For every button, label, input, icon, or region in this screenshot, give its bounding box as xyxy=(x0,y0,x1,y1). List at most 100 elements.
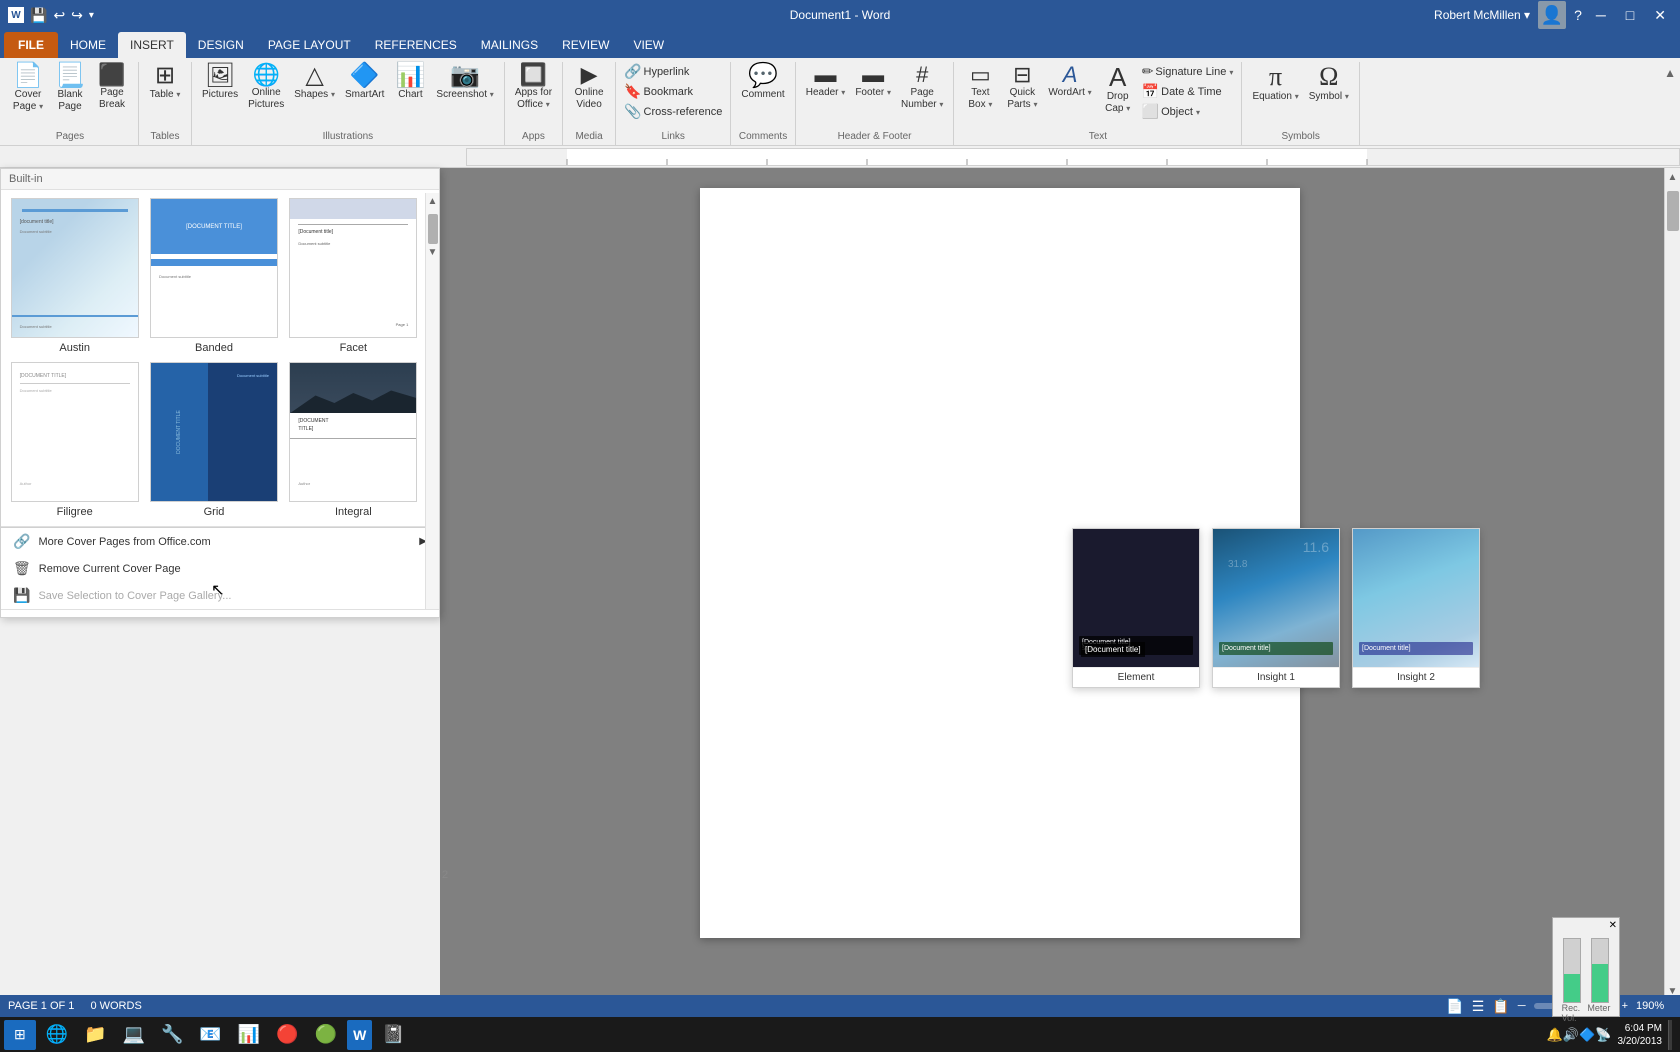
volume-close-button[interactable]: ✕ xyxy=(1609,920,1617,931)
symbol-button[interactable]: Ω Symbol ▾ xyxy=(1305,62,1353,105)
tab-review[interactable]: REVIEW xyxy=(550,32,621,58)
close-button[interactable]: ✕ xyxy=(1648,7,1672,24)
dropdown-scrollbar[interactable]: ▲ ▼ xyxy=(425,193,439,617)
scroll-up-arrow[interactable]: ▲ xyxy=(425,193,440,210)
tab-file[interactable]: FILE xyxy=(4,32,58,58)
signature-line-button[interactable]: ✏ Signature Line ▾ xyxy=(1140,62,1236,81)
table-button[interactable]: ⊞ Table ▾ xyxy=(145,62,185,103)
tab-page-layout[interactable]: PAGE LAYOUT xyxy=(256,32,363,58)
remove-cover-page-action[interactable]: 🗑 Remove Current Cover Page xyxy=(1,555,439,582)
banded-thumbnail: [DOCUMENT TITLE] Document subtitle xyxy=(150,198,278,338)
tab-insert[interactable]: INSERT xyxy=(118,32,186,58)
austin-thumbnail: [document title] Document subtitle Docum… xyxy=(11,198,139,338)
pages-group-label: Pages xyxy=(8,131,132,145)
ribbon-group-tables: ⊞ Table ▾ Tables xyxy=(141,62,192,145)
wordart-button[interactable]: A WordArt ▾ xyxy=(1044,62,1095,101)
cross-reference-button[interactable]: 📎 Cross-reference xyxy=(622,102,724,121)
cover-page-button[interactable]: 📄 CoverPage ▾ xyxy=(8,62,48,115)
object-button[interactable]: ⬜ Object ▾ xyxy=(1140,102,1236,121)
scroll-thumb-doc[interactable] xyxy=(1667,191,1679,231)
firefox-taskbar-button[interactable]: 🔴 xyxy=(270,1020,304,1050)
template-grid[interactable]: DOCUMENT TITLE Document subtitle Grid xyxy=(148,362,279,518)
scroll-down-arrow[interactable]: ▼ xyxy=(425,244,440,261)
smartart-button[interactable]: 🔷 SmartArt xyxy=(341,62,388,103)
card-element[interactable]: [Document title] Subtitle Element xyxy=(1072,528,1200,688)
page-number-button[interactable]: # PageNumber ▾ xyxy=(897,62,947,113)
banded-label: Banded xyxy=(195,342,233,354)
volume-bar-area xyxy=(1553,933,1619,1003)
wordart-icon: A xyxy=(1063,64,1078,86)
zoom-in-button[interactable]: + xyxy=(1622,1000,1628,1012)
card-insight2[interactable]: [Document title] Insight 2 xyxy=(1352,528,1480,688)
chrome-taskbar-button[interactable]: 🟢 xyxy=(309,1020,343,1050)
scroll-up[interactable]: ▲ xyxy=(1664,168,1680,187)
page-break-button[interactable]: ⬛ PageBreak xyxy=(92,62,132,113)
qat-more[interactable]: ▾ xyxy=(89,10,94,21)
header-footer-group-content: ▬ Header ▾ ▬ Footer ▾ # PageNumber ▾ xyxy=(802,62,948,131)
computer-taskbar-button[interactable]: 💻 xyxy=(117,1020,151,1050)
template-banded[interactable]: [DOCUMENT TITLE] Document subtitle Bande… xyxy=(148,198,279,354)
settings-taskbar-button[interactable]: 🔧 xyxy=(155,1020,189,1050)
word-taskbar-button[interactable]: W xyxy=(347,1020,372,1050)
comment-button[interactable]: 💬 Comment xyxy=(737,62,788,103)
chart-button[interactable]: 📊 Chart xyxy=(390,62,430,103)
view-print-layout[interactable]: 📄 xyxy=(1446,998,1463,1015)
start-button[interactable]: ⊞ xyxy=(4,1020,36,1050)
tab-home[interactable]: HOME xyxy=(58,32,118,58)
tab-mailings[interactable]: MAILINGS xyxy=(469,32,550,58)
qat-save[interactable]: 💾 xyxy=(30,7,47,24)
bookmark-button[interactable]: 🔖 Bookmark xyxy=(622,82,724,101)
element-card-label: Element xyxy=(1073,667,1199,687)
footer-button[interactable]: ▬ Footer ▾ xyxy=(851,62,895,101)
object-icon: ⬜ xyxy=(1142,103,1159,120)
page-number-icon: # xyxy=(916,64,928,86)
symbols-group-content: π Equation ▾ Ω Symbol ▾ xyxy=(1248,62,1352,131)
bookmark-icon: 🔖 xyxy=(624,83,641,100)
template-facet[interactable]: [Document title] Document subtitle Page … xyxy=(288,198,419,354)
qat-redo[interactable]: ↪ xyxy=(71,7,83,24)
ribbon-collapse[interactable]: ▲ xyxy=(1664,62,1676,145)
zoom-out-button[interactable]: ─ xyxy=(1518,1000,1526,1012)
online-video-button[interactable]: ▶ OnlineVideo xyxy=(569,62,609,113)
quick-parts-button[interactable]: ⊟ QuickParts ▾ xyxy=(1002,62,1042,113)
ie-taskbar-button[interactable]: 🌐 xyxy=(40,1020,74,1050)
card-insight1[interactable]: 11.6 31.8 [Document title] Insight 1 xyxy=(1212,528,1340,688)
tray-clock: 6:04 PM 3/20/2013 xyxy=(1618,1022,1663,1048)
date-time-button[interactable]: 📅 Date & Time xyxy=(1140,82,1236,101)
excel-taskbar-button[interactable]: 📊 xyxy=(232,1020,266,1050)
header-button[interactable]: ▬ Header ▾ xyxy=(802,62,850,101)
restore-button[interactable]: □ xyxy=(1620,7,1640,23)
more-cover-pages-action[interactable]: 🔗 More Cover Pages from Office.com ▶ xyxy=(1,528,439,555)
template-filigree[interactable]: [DOCUMENT TITLE] Document subtitle Autho… xyxy=(9,362,140,518)
doc-scrollbar[interactable]: ▲ ▼ xyxy=(1664,168,1680,1001)
user-name[interactable]: Robert McMillen ▾ xyxy=(1434,8,1530,22)
shapes-button[interactable]: △ Shapes ▾ xyxy=(290,62,339,103)
drop-cap-button[interactable]: A DropCap ▾ xyxy=(1098,62,1138,117)
text-box-button[interactable]: ▭ TextBox ▾ xyxy=(960,62,1000,113)
online-pictures-button[interactable]: 🌐 OnlinePictures xyxy=(244,62,288,113)
tab-design[interactable]: DESIGN xyxy=(186,32,256,58)
view-web-layout[interactable]: 📋 xyxy=(1492,998,1509,1015)
tab-references[interactable]: REFERENCES xyxy=(363,32,469,58)
rec-bar xyxy=(1563,938,1581,1003)
pictures-button[interactable]: 🖼 Pictures xyxy=(198,62,242,103)
scroll-thumb[interactable] xyxy=(428,214,438,244)
help-icon[interactable]: ? xyxy=(1574,7,1582,23)
equation-button[interactable]: π Equation ▾ xyxy=(1248,62,1302,105)
hyperlink-button[interactable]: 🔗 Hyperlink xyxy=(622,62,724,81)
template-austin[interactable]: [document title] Document subtitle Docum… xyxy=(9,198,140,354)
show-desktop-button[interactable] xyxy=(1668,1020,1672,1050)
tab-view[interactable]: VIEW xyxy=(621,32,676,58)
template-integral[interactable]: [DOCUMENT TITLE] Author Integral xyxy=(288,362,419,518)
view-full-reading[interactable]: ☰ xyxy=(1472,998,1485,1015)
links-group-label: Links xyxy=(622,131,724,145)
onenote-taskbar-button[interactable]: 📓 xyxy=(376,1020,410,1050)
screenshot-button[interactable]: 📷 Screenshot ▾ xyxy=(432,62,497,103)
explorer-taskbar-button[interactable]: 📁 xyxy=(78,1020,112,1050)
qat-undo[interactable]: ↩ xyxy=(53,7,65,24)
outlook-taskbar-button[interactable]: 📧 xyxy=(193,1020,227,1050)
symbol-label: Symbol ▾ xyxy=(1309,91,1349,103)
minimize-button[interactable]: ─ xyxy=(1590,7,1612,23)
apps-for-office-button[interactable]: 🔲 Apps forOffice ▾ xyxy=(511,62,556,113)
blank-page-button[interactable]: 📃 BlankPage xyxy=(50,62,90,115)
